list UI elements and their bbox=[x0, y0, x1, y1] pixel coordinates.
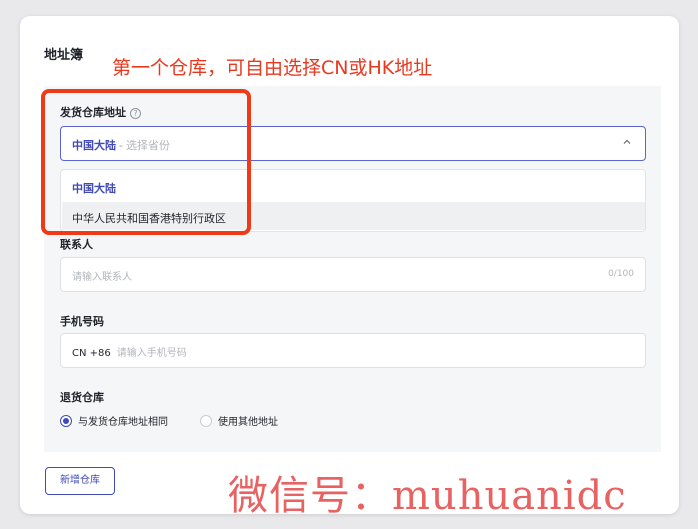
phone-country-prefix[interactable]: CN +86 bbox=[72, 348, 111, 359]
char-counter: 0/100 bbox=[608, 269, 634, 279]
return-warehouse-radio-group: 与发货仓库地址相同 使用其他地址 bbox=[60, 413, 310, 428]
return-warehouse-label: 退货仓库 bbox=[60, 391, 104, 404]
watermark-text: 微信号：muhuanidc bbox=[228, 473, 627, 519]
phone-input-content: CN +86 请输入手机号码 bbox=[72, 344, 187, 359]
radio-other-address-label[interactable]: 使用其他地址 bbox=[218, 413, 278, 428]
radio-other-address[interactable] bbox=[200, 414, 212, 427]
radio-same-address-label[interactable]: 与发货仓库地址相同 bbox=[78, 413, 168, 428]
card-title: 地址簿 bbox=[44, 48, 84, 63]
contact-placeholder: 请输入联系人 bbox=[72, 272, 132, 283]
phone-label: 手机号码 bbox=[60, 315, 104, 328]
add-warehouse-button[interactable]: 新增仓库 bbox=[45, 467, 115, 495]
phone-placeholder: 请输入手机号码 bbox=[116, 348, 187, 359]
radio-same-address[interactable] bbox=[60, 414, 72, 427]
contact-input[interactable]: 请输入联系人 0/100 bbox=[60, 257, 646, 292]
phone-input[interactable]: CN +86 请输入手机号码 bbox=[60, 333, 646, 368]
highlight-frame bbox=[41, 89, 251, 235]
chevron-up-icon[interactable] bbox=[623, 138, 631, 146]
contact-label: 联系人 bbox=[60, 238, 93, 251]
annotation-text: 第一个仓库，可自由选择CN或HK地址 bbox=[112, 57, 433, 79]
